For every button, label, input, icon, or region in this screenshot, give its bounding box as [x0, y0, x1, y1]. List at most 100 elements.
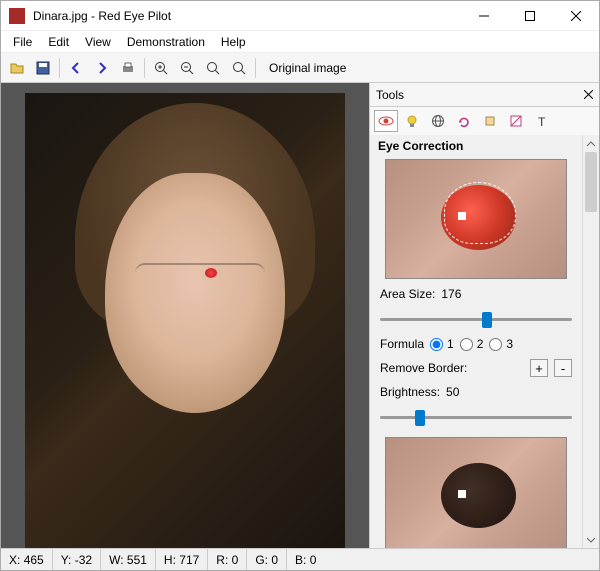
remove-border-minus[interactable]: - — [554, 359, 572, 377]
tab-resize[interactable] — [504, 110, 528, 132]
brightness-label: Brightness: — [380, 385, 440, 399]
rotate-icon — [457, 114, 471, 128]
zoom-out-icon — [179, 60, 195, 76]
red-eye-marker — [205, 268, 217, 278]
menu-help[interactable]: Help — [213, 33, 254, 51]
image-content — [105, 173, 285, 413]
tab-rotate[interactable] — [452, 110, 476, 132]
tab-text[interactable]: T — [530, 110, 554, 132]
formula-radio-3[interactable]: 3 — [489, 337, 513, 351]
area-size-slider[interactable] — [380, 309, 572, 329]
formula-2-label: 2 — [477, 337, 484, 351]
tab-crop[interactable] — [478, 110, 502, 132]
maximize-button[interactable] — [507, 1, 553, 31]
menu-edit[interactable]: Edit — [40, 33, 77, 51]
formula-3-label: 3 — [506, 337, 513, 351]
eye-preview-iris-fixed — [441, 463, 516, 528]
zoom-actual-icon — [231, 60, 247, 76]
minimize-button[interactable] — [461, 1, 507, 31]
formula-radio-1-input[interactable] — [430, 338, 443, 351]
tools-panel: Tools T Eye Correction — [369, 83, 599, 548]
remove-border-row: Remove Border: + - — [378, 355, 574, 381]
area-size-row: Area Size: 176 — [378, 283, 574, 305]
print-button[interactable] — [116, 56, 140, 80]
formula-radio-2-input[interactable] — [460, 338, 473, 351]
status-w: W: 551 — [101, 549, 156, 570]
titlebar: Dinara.jpg - Red Eye Pilot — [1, 1, 599, 31]
eye-selection-outline — [444, 182, 516, 244]
tab-globe[interactable] — [426, 110, 450, 132]
save-icon — [35, 60, 51, 76]
slider-track — [380, 318, 572, 321]
open-icon — [9, 60, 25, 76]
save-button[interactable] — [31, 56, 55, 80]
tools-panel-close[interactable] — [584, 90, 593, 99]
eye-icon — [378, 115, 394, 127]
status-y: Y: -32 — [53, 549, 101, 570]
remove-border-label: Remove Border: — [380, 361, 524, 375]
chevron-up-icon — [587, 141, 595, 147]
image-canvas-area[interactable] — [1, 83, 369, 548]
close-icon — [584, 90, 593, 99]
toolbar-separator — [255, 58, 256, 78]
area-size-label: Area Size: — [380, 287, 435, 301]
eye-highlight — [458, 490, 466, 498]
original-image-button[interactable]: Original image — [260, 57, 355, 79]
text-icon: T — [535, 114, 549, 128]
menu-file[interactable]: File — [5, 33, 40, 51]
formula-1-label: 1 — [447, 337, 454, 351]
tools-tabstrip: T — [370, 107, 599, 135]
scroll-down-button[interactable] — [583, 531, 599, 548]
print-icon — [120, 60, 136, 76]
formula-radio-2[interactable]: 2 — [460, 337, 484, 351]
status-h: H: 717 — [156, 549, 208, 570]
tools-panel-content: Eye Correction Area Size: 176 — [370, 135, 599, 548]
remove-border-plus[interactable]: + — [530, 359, 548, 377]
zoom-fit-button[interactable] — [201, 56, 225, 80]
zoom-actual-button[interactable] — [227, 56, 251, 80]
main-area: Tools T Eye Correction — [1, 83, 599, 548]
status-r: R: 0 — [208, 549, 247, 570]
crop-icon — [483, 114, 497, 128]
toolbar-separator — [144, 58, 145, 78]
eye-preview-before[interactable] — [385, 159, 567, 279]
zoom-out-button[interactable] — [175, 56, 199, 80]
area-size-value: 176 — [441, 287, 461, 301]
close-button[interactable] — [553, 1, 599, 31]
eye-preview-after[interactable] — [385, 437, 567, 548]
slider-thumb[interactable] — [482, 312, 492, 328]
tab-lightbulb[interactable] — [400, 110, 424, 132]
formula-row: Formula 1 2 3 — [378, 333, 574, 355]
slider-thumb[interactable] — [415, 410, 425, 426]
tab-eye-correction[interactable] — [374, 110, 398, 132]
scroll-track[interactable] — [583, 152, 599, 531]
formula-radio-1[interactable]: 1 — [430, 337, 454, 351]
scroll-thumb[interactable] — [585, 152, 597, 212]
tools-panel-header: Tools — [370, 83, 599, 107]
status-x: X: 465 — [1, 549, 53, 570]
menubar: File Edit View Demonstration Help — [1, 31, 599, 53]
back-button[interactable] — [64, 56, 88, 80]
svg-text:T: T — [538, 115, 546, 128]
close-icon — [571, 11, 581, 21]
formula-label: Formula — [380, 337, 424, 351]
canvas-image[interactable] — [25, 93, 345, 548]
forward-button[interactable] — [90, 56, 114, 80]
toolbar-separator — [59, 58, 60, 78]
eye-highlight — [458, 212, 466, 220]
zoom-in-button[interactable] — [149, 56, 173, 80]
tools-scrollbar[interactable] — [582, 135, 599, 548]
menu-demonstration[interactable]: Demonstration — [119, 33, 213, 51]
zoom-fit-icon — [205, 60, 221, 76]
formula-radio-3-input[interactable] — [489, 338, 502, 351]
statusbar: X: 465 Y: -32 W: 551 H: 717 R: 0 G: 0 B:… — [1, 548, 599, 570]
maximize-icon — [525, 11, 535, 21]
open-button[interactable] — [5, 56, 29, 80]
brightness-slider[interactable] — [380, 407, 572, 427]
brightness-row: Brightness: 50 — [378, 381, 574, 403]
menu-view[interactable]: View — [77, 33, 119, 51]
zoom-in-icon — [153, 60, 169, 76]
chevron-down-icon — [587, 537, 595, 543]
tools-panel-scrollarea: Eye Correction Area Size: 176 — [370, 135, 582, 548]
scroll-up-button[interactable] — [583, 135, 599, 152]
